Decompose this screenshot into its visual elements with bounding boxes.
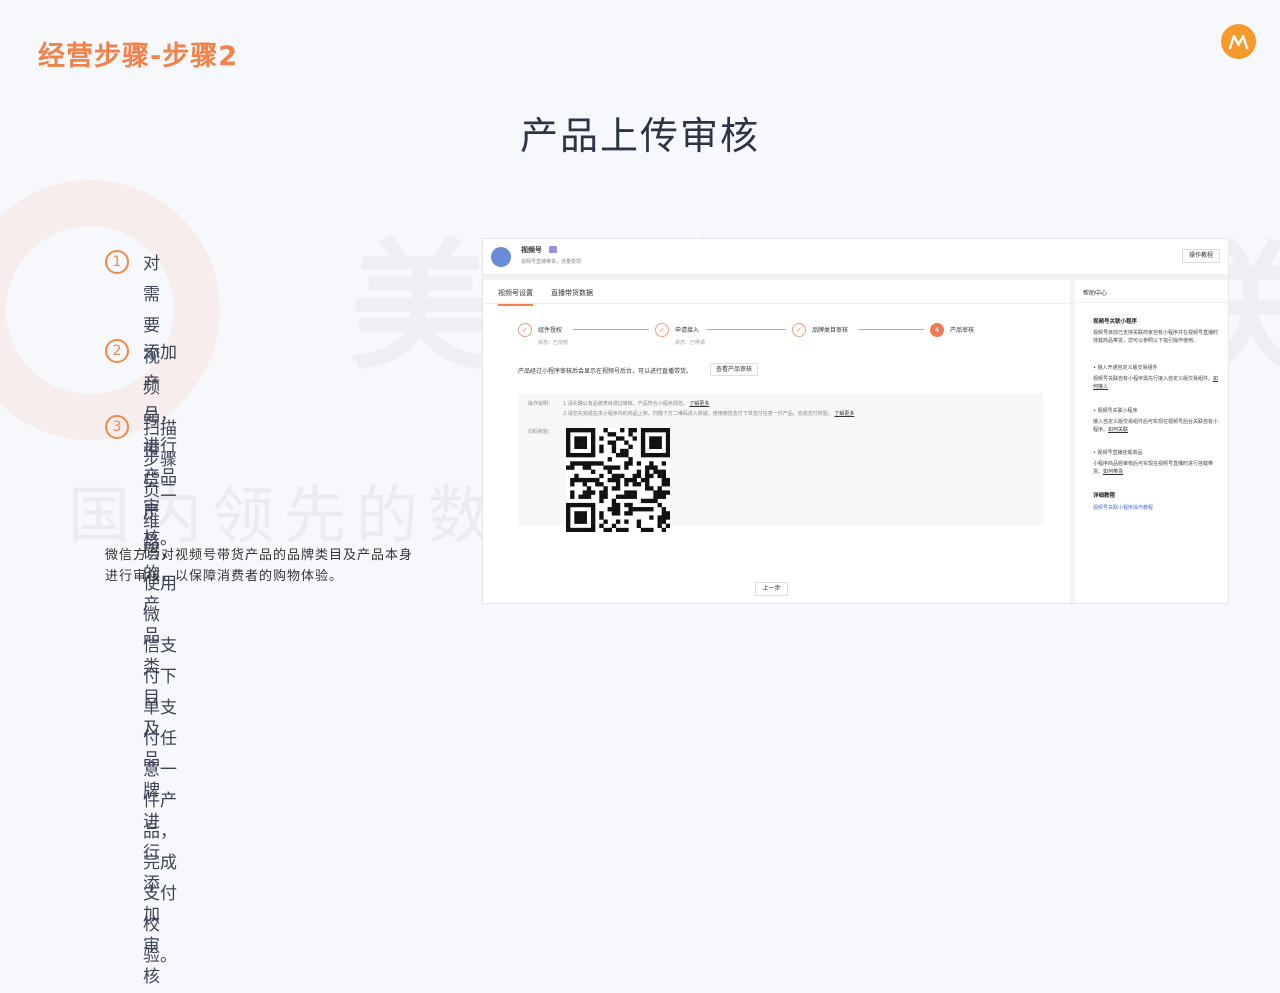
stepper-status: 状态：已授权: [538, 340, 569, 346]
detail-tutorial-link[interactable]: 视频号关联小程序操作教程: [1093, 504, 1221, 512]
help-center: 帮助中心 视频号关联小程序 视频号目前已支持关联商家自有小程序并在视频号直播时挂…: [1075, 280, 1228, 603]
info-text: 2.请您先完成在本小程序内的商品上架，扫描下方二维码进入商城，使用微信支付下单支…: [563, 411, 833, 417]
brand-logo: [1221, 24, 1256, 59]
help-heading: 详细教程: [1093, 493, 1116, 499]
help-link[interactable]: 如何带货: [1103, 469, 1123, 475]
help-heading: • 接入开通自定义版交易组件: [1093, 365, 1158, 371]
help-section: • 接入开通自定义版交易组件 视频号关联自有小程序需先行接入自定义版交易组件。如…: [1093, 364, 1221, 391]
step-4-circle: 4: [930, 323, 944, 337]
step-number: 2: [105, 339, 129, 363]
check-icon: ✓: [655, 323, 669, 337]
slide-title: 经营步骤-步骤2: [38, 41, 238, 72]
app-header: 视频号 视频号直播带货，流量变现 操作教程: [483, 239, 1228, 275]
help-heading: 视频号关联小程序: [1093, 319, 1138, 325]
stepper-label: 产品审核: [950, 327, 975, 334]
step-line: 扫描步骤页二维码，使用微: [143, 419, 177, 625]
learn-more-link[interactable]: 了解更多: [689, 401, 709, 407]
check-icon: ✓: [792, 323, 806, 337]
step-number: 3: [105, 415, 129, 439]
help-link[interactable]: 如何关联: [1108, 427, 1128, 433]
tutorial-button[interactable]: 操作教程: [1182, 249, 1220, 263]
verified-badge-icon: [549, 246, 557, 253]
qr-code: [566, 428, 671, 533]
step-line: 信支付下单支付任意一件产: [143, 636, 177, 811]
stepper-label: 组件授权: [538, 327, 563, 334]
main-heading: 产品上传审核: [519, 114, 760, 158]
stepper-label: 品牌类目审核: [812, 327, 849, 334]
help-body: 视频号目前已支持关联商家自有小程序并在视频号直播时挂载商品带货，您可以参照以下指…: [1093, 330, 1219, 344]
app-avatar: [491, 247, 511, 267]
scan-label: 扫码校验：: [528, 429, 554, 435]
stepper-connector: [706, 329, 786, 330]
qr-code-icon: [566, 428, 671, 533]
help-section: 视频号关联小程序 视频号目前已支持关联商家自有小程序并在视频号直播时挂载商品带货…: [1093, 318, 1221, 345]
stepper-label: 申请接入: [675, 327, 700, 334]
learn-more-link[interactable]: 了解更多: [834, 411, 854, 417]
back-button[interactable]: 上一步: [755, 582, 788, 596]
help-section: • 视频号直播挂载商品 小程序商品经审核后可实现在视频号直播时进行挂载带货。如何…: [1093, 449, 1221, 476]
admin-screenshot: 视频号 视频号直播带货，流量变现 操作教程 视频号设置 直播带货数据 ✓ 组件授…: [482, 238, 1229, 604]
app-name: 视频号: [521, 246, 542, 254]
help-body: 视频号关联自有小程序需先行接入自定义版交易组件。: [1093, 376, 1214, 382]
step-number: 1: [105, 250, 129, 274]
info-text: 1.请先确认有品牌类目通过审核，产品符合小程序规范。: [563, 401, 688, 407]
help-title: 帮助中心: [1083, 290, 1108, 297]
help-heading: • 视频号直播挂载商品: [1093, 450, 1143, 456]
info-box: 操作说明： 1.请先确认有品牌类目通过审核，产品符合小程序规范。 了解更多 2.…: [518, 393, 1043, 533]
stepper-status: 状态：已申请: [675, 340, 706, 346]
audit-note: 微信方会对视频号带货产品的品牌类目及产品本身 进行审核，以保障消费者的购物体验。: [105, 545, 435, 587]
audit-hint: 产品经过小程序审核后会显示在视频号后台，可以进行直播带货。: [518, 368, 693, 375]
info-label: 操作说明：: [528, 401, 554, 407]
help-section: • 视频号关联小程序 接入自定义版交易组件后可实现在视频号后台关联自有小程序。如…: [1093, 407, 1221, 434]
info-line: 2.请您先完成在本小程序内的商品上架，扫描下方二维码进入商城，使用微信支付下单支…: [563, 410, 854, 417]
app-description: 视频号直播带货，流量变现: [521, 259, 582, 265]
tab-divider: [483, 303, 1070, 304]
help-divider: [1075, 302, 1228, 303]
note-line: 微信方会对视频号带货产品的品牌类目及产品本身: [105, 548, 414, 563]
info-line: 1.请先确认有品牌类目通过审核，产品符合小程序规范。 了解更多: [563, 400, 709, 407]
check-icon: ✓: [518, 323, 532, 337]
main-content: 视频号设置 直播带货数据 ✓ 组件授权 状态：已授权 ✓ 申请接入 状态：已申请…: [483, 280, 1070, 603]
view-audit-button[interactable]: 查看产品审核: [710, 363, 758, 376]
step-line: 品，完成支付校验。: [143, 822, 177, 966]
help-heading: • 视频号关联小程序: [1093, 408, 1138, 414]
logo-icon: [1228, 34, 1249, 50]
help-section: 详细教程 视频号关联小程序操作教程: [1093, 492, 1221, 512]
stepper-connector: [573, 329, 649, 330]
stepper-connector: [858, 329, 924, 330]
tab-live-data[interactable]: 直播带货数据: [551, 288, 593, 298]
watermark-ring: [0, 180, 220, 440]
note-line: 进行审核，以保障消费者的购物体验。: [105, 569, 344, 584]
